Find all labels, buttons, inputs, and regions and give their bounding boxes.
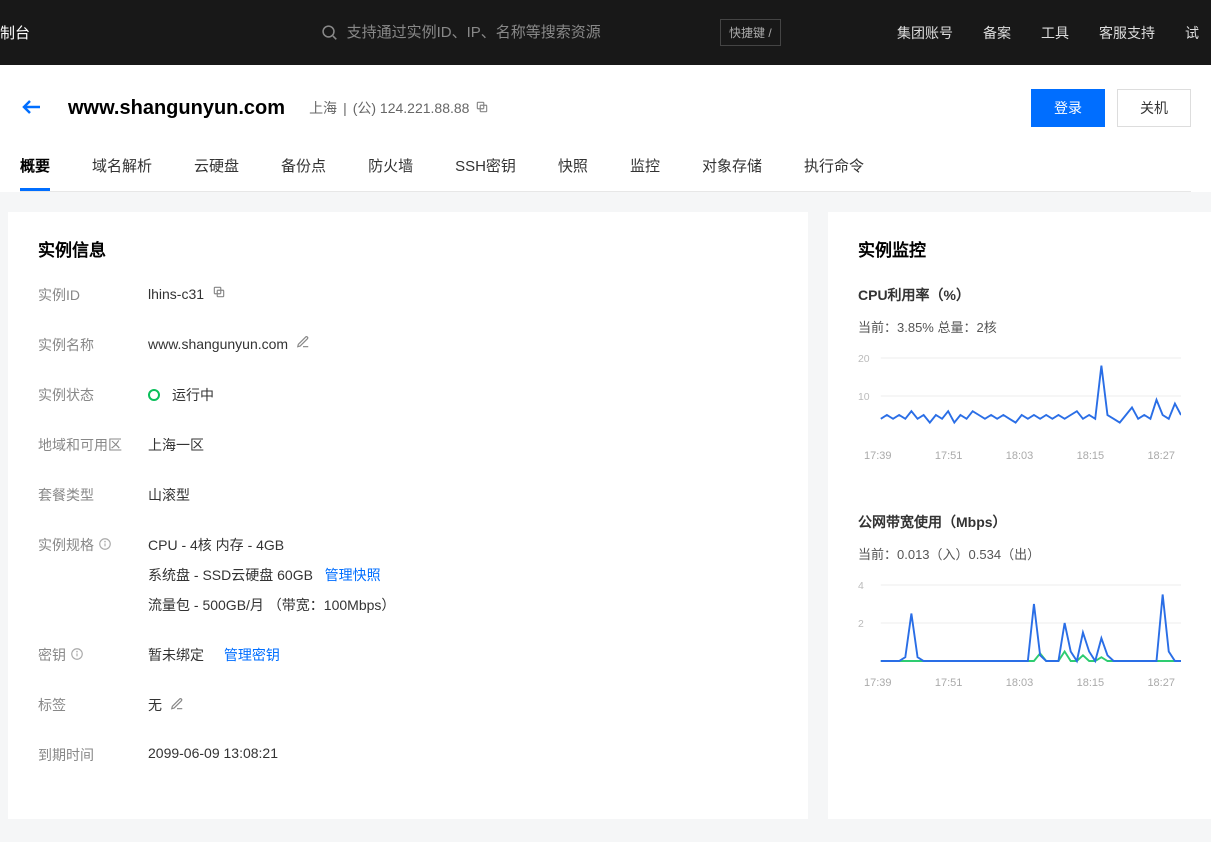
net-monitor-block: 公网带宽使用（Mbps） 当前：0.013（入）0.534（出） 24 17:3…	[858, 512, 1181, 689]
search-icon	[320, 23, 339, 43]
page-title: www.shangunyun.com	[68, 97, 285, 120]
topbar-right-links: 集团账号 备案 工具 客服支持 试	[897, 23, 1211, 43]
value-zone: 上海一区	[148, 435, 204, 455]
label-spec: 实例规格	[38, 535, 148, 555]
row-key: 密钥 暂未绑定 管理密钥	[38, 645, 778, 665]
row-package: 套餐类型 山滚型	[38, 485, 778, 505]
region-label: 上海	[309, 98, 337, 118]
nav-trial[interactable]: 试	[1185, 23, 1199, 43]
net-chart-title: 公网带宽使用（Mbps）	[858, 512, 1181, 532]
copy-icon[interactable]	[212, 285, 226, 302]
net-chart-xaxis: 17:3917:5118:0318:1518:27	[858, 677, 1181, 689]
cpu-chart-title: CPU利用率（%）	[858, 285, 1181, 305]
svg-text:10: 10	[858, 392, 870, 403]
row-spec: 实例规格 CPU - 4核 内存 - 4GB 系统盘 - SSD云硬盘 60GB…	[38, 535, 778, 615]
tab-cos[interactable]: 对象存储	[702, 155, 762, 191]
net-chart: 24	[858, 573, 1181, 673]
tab-monitor[interactable]: 监控	[630, 155, 660, 191]
shutdown-button[interactable]: 关机	[1117, 89, 1191, 127]
value-package: 山滚型	[148, 485, 190, 505]
label-zone: 地域和可用区	[38, 435, 148, 455]
tab-backup[interactable]: 备份点	[281, 155, 326, 191]
label-tag: 标签	[38, 695, 148, 715]
row-status: 实例状态 运行中	[38, 385, 778, 405]
value-spec-traffic: 流量包 - 500GB/月 （带宽：100Mbps）	[148, 595, 395, 615]
header-meta: 上海 | (公) 124.221.88.88	[309, 98, 489, 118]
nav-tools[interactable]: 工具	[1041, 23, 1069, 43]
monitor-card: 实例监控 CPU利用率（%） 当前：3.85% 总量：2核 10 20 17:39…	[828, 212, 1211, 819]
info-icon[interactable]	[98, 537, 112, 554]
shortcut-label: 快捷键 /	[729, 24, 772, 41]
row-instance-name: 实例名称 www.shangunyun.com	[38, 335, 778, 355]
tab-snapshot[interactable]: 快照	[558, 155, 588, 191]
row-instance-id: 实例ID lhins-c31	[38, 285, 778, 305]
topbar: 制台 快捷键 / 集团账号 备案 工具 客服支持 试	[0, 0, 1211, 65]
cpu-chart-xaxis: 17:3917:5118:0318:1518:27	[858, 450, 1181, 462]
instance-info-card: 实例信息 实例ID lhins-c31 实例名称 www.shangunyun.…	[8, 212, 808, 819]
tab-disk[interactable]: 云硬盘	[194, 155, 239, 191]
shortcut-hint[interactable]: 快捷键 /	[720, 19, 781, 46]
back-arrow-icon[interactable]	[20, 95, 44, 122]
copy-icon[interactable]	[475, 100, 489, 117]
header-actions: 登录 关机	[1031, 89, 1191, 127]
tab-sshkey[interactable]: SSH密钥	[455, 155, 516, 191]
edit-icon[interactable]	[296, 335, 310, 352]
header-row: www.shangunyun.com 上海 | (公) 124.221.88.8…	[20, 89, 1191, 127]
tab-exec[interactable]: 执行命令	[804, 155, 864, 191]
nav-support[interactable]: 客服支持	[1099, 23, 1155, 43]
content: 实例信息 实例ID lhins-c31 实例名称 www.shangunyun.…	[0, 192, 1211, 819]
net-chart-sub: 当前：0.013（入）0.534（出）	[858, 544, 1181, 563]
nav-group-account[interactable]: 集团账号	[897, 23, 953, 43]
tab-dns[interactable]: 域名解析	[92, 155, 152, 191]
value-spec-cpu: CPU - 4核 内存 - 4GB	[148, 535, 395, 555]
label-instance-id: 实例ID	[38, 285, 148, 305]
value-key: 暂未绑定	[148, 645, 204, 665]
svg-text:20: 20	[858, 354, 870, 365]
instance-info-title: 实例信息	[38, 236, 778, 261]
topbar-search	[320, 23, 700, 43]
info-icon[interactable]	[70, 647, 84, 664]
login-button[interactable]: 登录	[1031, 89, 1105, 127]
status-dot-icon	[148, 389, 160, 401]
topbar-left: 制台	[0, 22, 320, 43]
label-expire: 到期时间	[38, 745, 148, 765]
label-key: 密钥	[38, 645, 148, 665]
svg-text:2: 2	[858, 619, 864, 630]
tab-firewall[interactable]: 防火墙	[368, 155, 413, 191]
cpu-chart-sub: 当前：3.85% 总量：2核	[858, 317, 1181, 336]
cpu-chart: 10 20	[858, 346, 1181, 446]
value-instance-name: www.shangunyun.com	[148, 336, 288, 352]
label-status: 实例状态	[38, 385, 148, 405]
search-input[interactable]	[347, 24, 700, 41]
row-zone: 地域和可用区 上海一区	[38, 435, 778, 455]
tab-overview[interactable]: 概要	[20, 155, 50, 191]
label-instance-name: 实例名称	[38, 335, 148, 355]
value-instance-id: lhins-c31	[148, 286, 204, 302]
label-package: 套餐类型	[38, 485, 148, 505]
manage-snapshot-link[interactable]: 管理快照	[325, 567, 381, 583]
monitor-card-title: 实例监控	[858, 236, 1181, 261]
value-tag: 无	[148, 695, 162, 715]
row-expire: 到期时间 2099-06-09 13:08:21	[38, 745, 778, 765]
page-header: www.shangunyun.com 上海 | (公) 124.221.88.8…	[0, 65, 1211, 192]
manage-key-link[interactable]: 管理密钥	[224, 645, 280, 665]
value-expire: 2099-06-09 13:08:21	[148, 745, 278, 761]
tabs: 概要 域名解析 云硬盘 备份点 防火墙 SSH密钥 快照 监控 对象存储 执行命…	[20, 155, 1191, 192]
nav-beian[interactable]: 备案	[983, 23, 1011, 43]
row-tag: 标签 无	[38, 695, 778, 715]
value-spec-disk: 系统盘 - SSD云硬盘 60GB	[148, 567, 313, 583]
cpu-monitor-block: CPU利用率（%） 当前：3.85% 总量：2核 10 20 17:3917:51…	[858, 285, 1181, 462]
value-status: 运行中	[172, 385, 214, 405]
svg-text:4: 4	[858, 581, 864, 592]
public-ip: (公) 124.221.88.88	[353, 98, 470, 118]
console-label: 制台	[0, 22, 30, 43]
edit-icon[interactable]	[170, 697, 184, 714]
